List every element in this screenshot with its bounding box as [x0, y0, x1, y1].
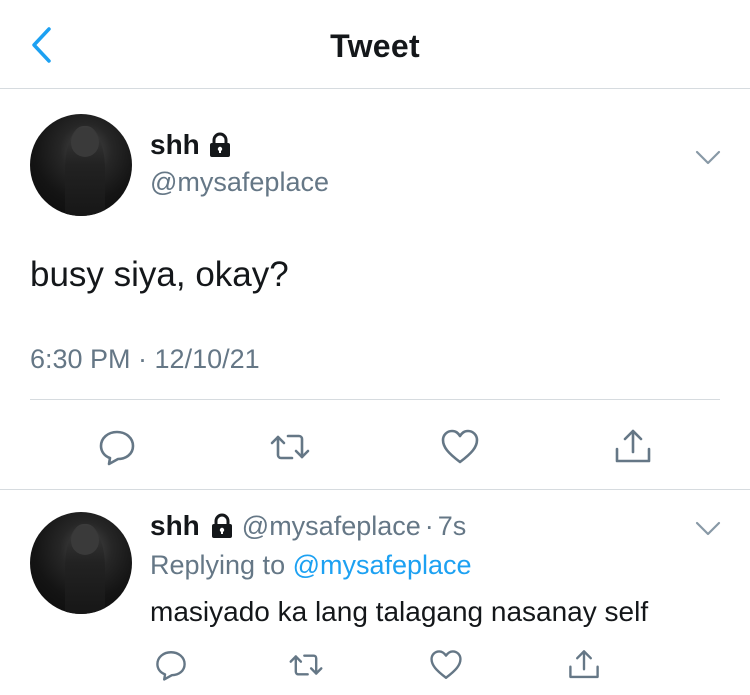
tweet-menu-button[interactable] [694, 520, 722, 543]
chevron-down-icon [695, 521, 721, 536]
share-button[interactable] [613, 427, 653, 467]
tweet-actions [0, 427, 750, 467]
main-tweet: shh @mysafeplace busy siya, okay? 6:30 P… [0, 89, 750, 487]
heart-icon [441, 429, 479, 464]
reply-button[interactable] [97, 427, 137, 467]
share-button[interactable] [566, 647, 602, 683]
reply-icon [156, 651, 186, 681]
retweet-button[interactable] [288, 647, 324, 683]
like-button[interactable] [440, 427, 480, 467]
tweet-time: 7s [437, 510, 467, 541]
tweet-text: masiyado ka lang talagang nasanay self [150, 596, 649, 627]
reply-button[interactable] [153, 647, 189, 683]
reply-tweet[interactable]: shh @mysafeplace · 7s Replying to @mysaf… [0, 490, 750, 695]
retweet-button[interactable] [270, 427, 310, 467]
author-name-row: shh [150, 129, 232, 161]
avatar[interactable] [30, 512, 132, 614]
share-icon [569, 650, 599, 679]
tweet-timestamp[interactable]: 6:30 PM · 12/10/21 [30, 344, 260, 375]
chevron-down-icon [695, 150, 721, 165]
lock-icon [209, 132, 230, 157]
reply-icon [99, 430, 135, 466]
replying-prefix: Replying to [150, 550, 293, 580]
share-icon [615, 429, 651, 463]
top-nav-bar: Tweet [0, 0, 750, 89]
divider [30, 399, 720, 400]
lock-icon [211, 513, 232, 538]
tweet-actions [0, 647, 750, 683]
reply-header: shh @mysafeplace · 7s [150, 510, 466, 542]
author-name[interactable]: shh [150, 129, 200, 161]
retweet-icon [270, 434, 310, 460]
like-button[interactable] [428, 647, 464, 683]
heart-icon [430, 650, 462, 679]
retweet-icon [289, 654, 323, 676]
author-handle[interactable]: @mysafeplace [242, 511, 421, 542]
tweet-menu-button[interactable] [694, 149, 722, 172]
mention-link[interactable]: @mysafeplace [293, 550, 472, 580]
replying-to: Replying to @mysafeplace [150, 550, 472, 581]
author-handle[interactable]: @mysafeplace [150, 167, 329, 198]
author-name[interactable]: shh [150, 510, 200, 542]
page-title: Tweet [330, 28, 420, 64]
avatar[interactable] [30, 114, 132, 216]
tweet-text: busy siya, okay? [30, 255, 289, 294]
separator-dot: · [424, 510, 434, 541]
